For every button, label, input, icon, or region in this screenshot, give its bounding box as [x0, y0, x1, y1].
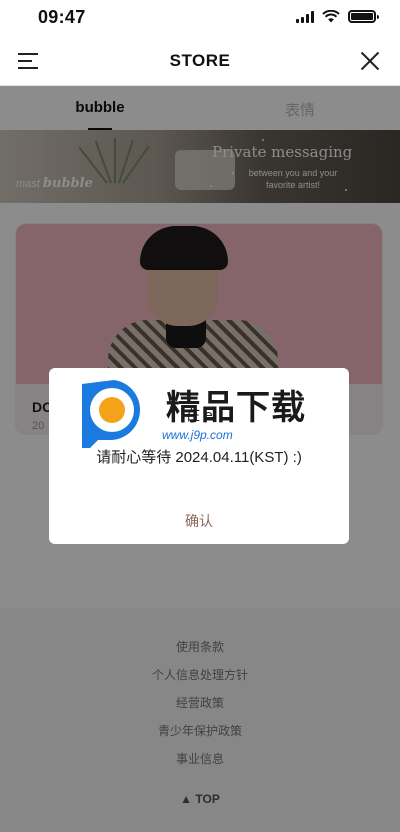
watermark-logo-icon — [82, 380, 141, 448]
close-icon[interactable] — [360, 51, 380, 71]
wifi-icon — [322, 10, 340, 23]
status-icons — [296, 10, 379, 23]
status-bar: 09:47 — [0, 0, 400, 36]
page-title: STORE — [169, 51, 231, 70]
status-time: 09:47 — [38, 7, 86, 27]
watermark-url: www.j9p.com — [162, 428, 233, 442]
signal-icon — [296, 10, 314, 23]
watermark-brand: 精品下载 — [166, 388, 306, 428]
battery-icon — [348, 10, 379, 23]
watermark: 精品下载 www.j9p.com — [74, 372, 330, 452]
confirm-button[interactable]: 确认 — [49, 511, 349, 531]
nav-bar: STORE — [0, 36, 400, 86]
